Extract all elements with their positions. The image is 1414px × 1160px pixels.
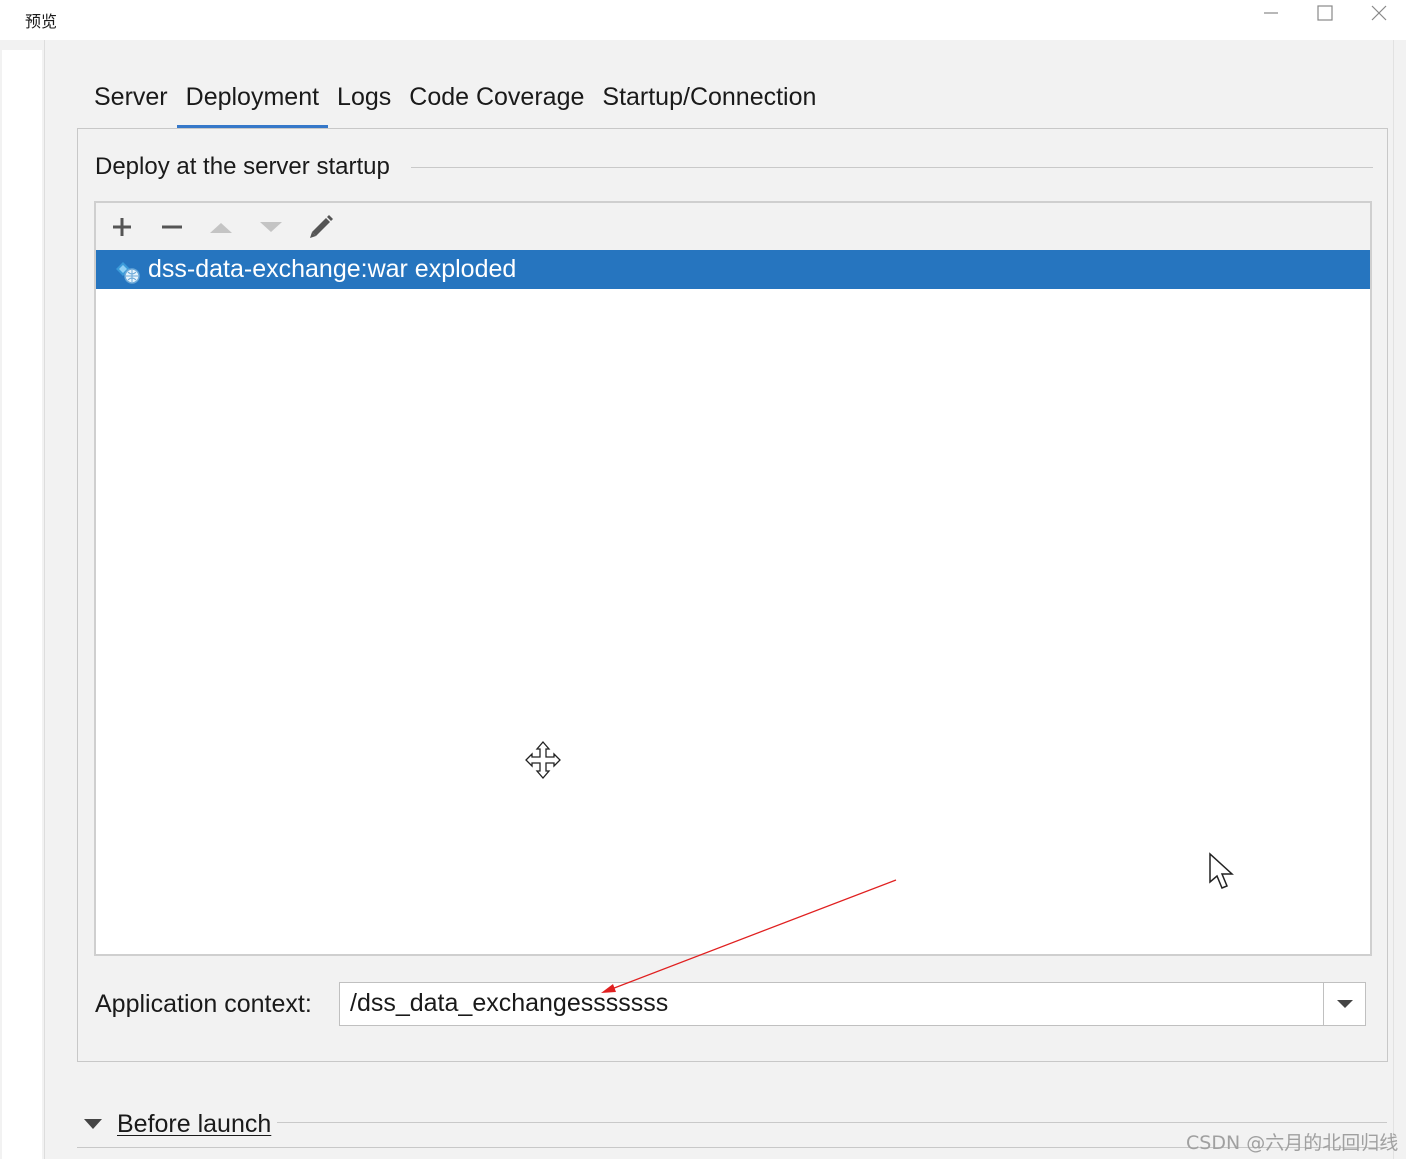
tab-label: Deployment: [185, 83, 320, 111]
add-button[interactable]: [104, 209, 140, 245]
before-launch-section-toggle[interactable]: Before launch: [83, 1104, 271, 1144]
minimize-button[interactable]: [1246, 0, 1296, 26]
before-launch-divider: [277, 1122, 1387, 1123]
window-title: 预览: [25, 12, 58, 31]
mouse-pointer-icon: [1209, 852, 1234, 889]
deployment-list: dss-data-exchange:war exploded: [94, 201, 1372, 956]
title-bar: 预览: [0, 0, 1406, 40]
tab-server[interactable]: Server: [85, 80, 177, 128]
watermark-text: CSDN @六月的北回归线: [1186, 1132, 1399, 1154]
tab-label: Startup/Connection: [602, 83, 817, 111]
tab-startup-connection[interactable]: Startup/Connection: [593, 80, 825, 128]
list-item[interactable]: dss-data-exchange:war exploded: [96, 250, 1370, 289]
pencil-icon: [310, 215, 333, 238]
close-icon: [1371, 5, 1387, 21]
tab-label: Server: [94, 83, 168, 111]
before-launch-label: Before launch: [117, 1109, 272, 1138]
application-context-label: Application context:: [95, 990, 312, 1018]
chevron-down-icon: [1336, 1000, 1353, 1008]
deploy-section-title: Deploy at the server startup: [95, 153, 402, 181]
tab-bar: Server Deployment Logs Code Coverage Sta…: [85, 80, 825, 129]
arrow-up-icon: [210, 223, 232, 233]
move-down-button[interactable]: [253, 209, 289, 245]
maximize-icon: [1317, 5, 1333, 21]
arrow-down-icon: [260, 222, 282, 232]
close-button[interactable]: [1354, 0, 1404, 26]
section-divider: [411, 167, 1373, 168]
minus-icon: [162, 225, 182, 229]
tab-logs[interactable]: Logs: [328, 80, 400, 128]
annotation-arrow: [601, 879, 897, 993]
tab-code-coverage[interactable]: Code Coverage: [400, 80, 593, 128]
run-configuration-panel: Server Deployment Logs Code Coverage Sta…: [45, 40, 1393, 1159]
tab-label: Logs: [337, 83, 392, 111]
tab-label: Code Coverage: [409, 83, 585, 111]
edit-button[interactable]: [303, 209, 339, 245]
minimize-icon: [1264, 12, 1278, 14]
left-side-strip: [0, 40, 45, 1159]
right-scrollbar[interactable]: [1393, 40, 1407, 1159]
move-cursor-icon: [525, 741, 561, 779]
right-edge-background: [1406, 0, 1414, 1159]
plus-icon: [113, 218, 131, 236]
tab-deployment[interactable]: Deployment: [176, 80, 329, 129]
list-toolbar: [96, 203, 1370, 250]
remove-button[interactable]: [154, 209, 190, 245]
application-context-dropdown-button[interactable]: [1323, 982, 1366, 1026]
list-item-label: dss-data-exchange:war exploded: [148, 255, 517, 283]
maximize-button[interactable]: [1300, 0, 1350, 26]
move-up-button[interactable]: [203, 209, 239, 245]
artifact-icon: [116, 262, 140, 284]
triangle-down-icon: [84, 1119, 102, 1129]
